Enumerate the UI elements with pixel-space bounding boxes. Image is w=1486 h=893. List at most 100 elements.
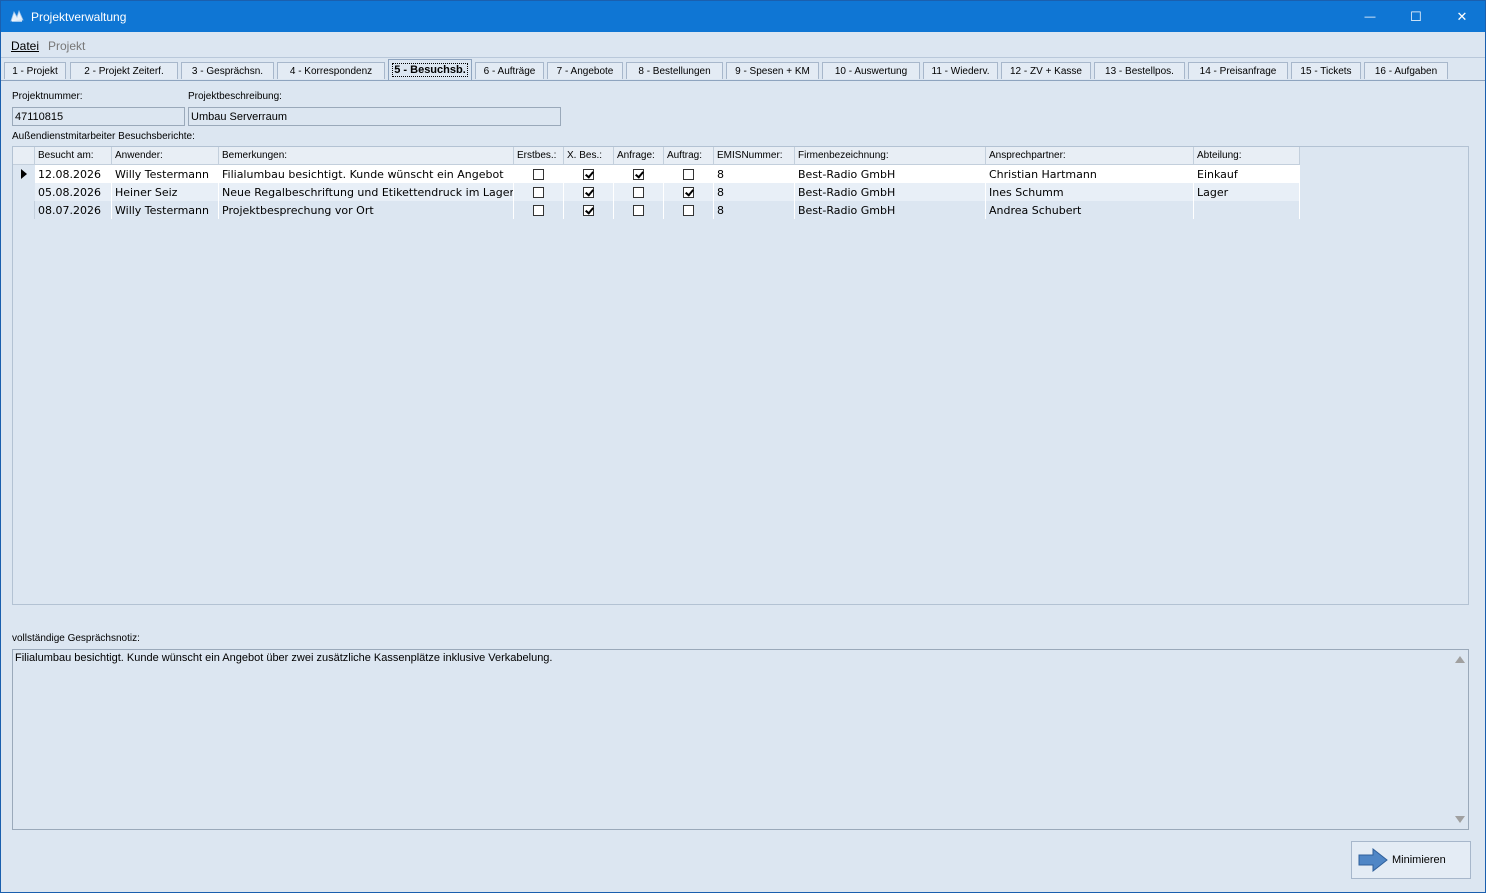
xbes-checkbox[interactable] <box>583 186 594 198</box>
col-header-bemerkungen[interactable]: Bemerkungen: <box>219 147 514 165</box>
close-window-button[interactable]: ✕ <box>1439 1 1485 32</box>
projektnummer-field[interactable]: 47110815 <box>12 107 185 126</box>
title-bar[interactable]: Projektverwaltung — ☐ ✕ <box>1 1 1485 32</box>
cell-xbes[interactable] <box>564 201 614 219</box>
scroll-up-icon[interactable] <box>1455 656 1465 663</box>
cell-firma[interactable]: Best-Radio GmbH <box>795 165 986 183</box>
cell-emis[interactable]: 8 <box>714 183 795 201</box>
table-row[interactable]: 12.08.2026 Willy Testermann Filialumbau … <box>13 165 1300 183</box>
cell-date[interactable]: 12.08.2026 <box>35 165 112 183</box>
cell-abteilung[interactable] <box>1194 201 1300 219</box>
xbes-checkbox[interactable] <box>583 168 594 180</box>
col-header-firmenbezeichnung[interactable]: Firmenbezeichnung: <box>795 147 986 165</box>
tab-bestellungen[interactable]: 8 - Bestellungen <box>626 62 723 79</box>
erstbes-checkbox[interactable] <box>533 168 544 180</box>
cell-erstbes[interactable] <box>514 201 564 219</box>
cell-ansprechpartner[interactable]: Andrea Schubert <box>986 201 1194 219</box>
tab-label: 14 - Preisanfrage <box>1199 65 1277 77</box>
tab-spesen-km[interactable]: 9 - Spesen + KM <box>726 62 819 79</box>
erstbes-checkbox[interactable] <box>533 204 544 216</box>
anfrage-checkbox[interactable] <box>633 186 644 198</box>
col-header-anfrage[interactable]: Anfrage: <box>614 147 664 165</box>
anfrage-checkbox[interactable] <box>633 168 644 180</box>
tab-zv-kasse[interactable]: 12 - ZV + Kasse <box>1001 62 1091 79</box>
cell-xbes[interactable] <box>564 165 614 183</box>
col-header-anwender[interactable]: Anwender: <box>112 147 219 165</box>
cell-auftrag[interactable] <box>664 165 714 183</box>
cell-date[interactable]: 05.08.2026 <box>35 183 112 201</box>
tab-gespraechsn[interactable]: 3 - Gesprächsn. <box>181 62 274 79</box>
projektbeschreibung-label: Projektbeschreibung: <box>188 91 282 102</box>
cell-user[interactable]: Willy Testermann <box>112 201 219 219</box>
minimize-button[interactable]: Minimieren <box>1351 841 1471 879</box>
cell-ansprechpartner[interactable]: Ines Schumm <box>986 183 1194 201</box>
col-header-abteilung[interactable]: Abteilung: <box>1194 147 1300 165</box>
cell-ansprechpartner[interactable]: Christian Hartmann <box>986 165 1194 183</box>
erstbes-checkbox[interactable] <box>533 186 544 198</box>
cell-remark[interactable]: Filialumbau besichtigt. Kunde wünscht ei… <box>219 165 514 183</box>
notes-text: Filialumbau besichtigt. Kunde wünscht ei… <box>15 652 553 664</box>
cell-anfrage[interactable] <box>614 201 664 219</box>
auftrag-checkbox[interactable] <box>683 186 694 198</box>
notes-scrollbar[interactable] <box>1451 650 1468 829</box>
tab-angebote[interactable]: 7 - Angebote <box>547 62 623 79</box>
table-row[interactable]: 08.07.2026 Willy Testermann Projektbespr… <box>13 201 1300 219</box>
notes-textarea[interactable]: Filialumbau besichtigt. Kunde wünscht ei… <box>12 649 1469 830</box>
cell-emis[interactable]: 8 <box>714 165 795 183</box>
cell-date[interactable]: 08.07.2026 <box>35 201 112 219</box>
cell-auftrag[interactable] <box>664 201 714 219</box>
tab-korrespondenz[interactable]: 4 - Korrespondenz <box>277 62 385 79</box>
col-header-besucht-am[interactable]: Besucht am: <box>35 147 112 165</box>
cell-anfrage[interactable] <box>614 165 664 183</box>
cell-user[interactable]: Heiner Seiz <box>112 183 219 201</box>
tab-besuchsb[interactable]: 5 - Besuchsb. <box>388 59 472 80</box>
maximize-window-button[interactable]: ☐ <box>1393 1 1439 32</box>
row-selector[interactable] <box>13 201 35 219</box>
auftrag-checkbox[interactable] <box>683 204 694 216</box>
projektnummer-label: Projektnummer: <box>12 91 83 102</box>
col-header-ansprechpartner[interactable]: Ansprechpartner: <box>986 147 1194 165</box>
tab-bestellpos[interactable]: 13 - Bestellpos. <box>1094 62 1185 79</box>
tab-wiederv[interactable]: 11 - Wiederv. <box>923 62 998 79</box>
row-selector[interactable] <box>13 183 35 201</box>
col-header-erstbes[interactable]: Erstbes.: <box>514 147 564 165</box>
cell-firma[interactable]: Best-Radio GmbH <box>795 183 986 201</box>
besuchsberichte-grid[interactable]: Besucht am: Anwender: Bemerkungen: Erstb… <box>12 146 1469 605</box>
app-logo-icon <box>10 9 24 22</box>
table-row[interactable]: 05.08.2026 Heiner Seiz Neue Regalbeschri… <box>13 183 1300 201</box>
tab-projekt[interactable]: 1 - Projekt <box>4 62 66 79</box>
tab-projekt-zeiterf[interactable]: 2 - Projekt Zeiterf. <box>70 62 178 79</box>
xbes-checkbox[interactable] <box>583 204 594 216</box>
col-header-emisnummer[interactable]: EMISNummer: <box>714 147 795 165</box>
tab-aufgaben[interactable]: 16 - Aufgaben <box>1364 62 1448 79</box>
anfrage-checkbox[interactable] <box>633 204 644 216</box>
close-icon: ✕ <box>1456 8 1468 24</box>
cell-emis[interactable]: 8 <box>714 201 795 219</box>
auftrag-checkbox[interactable] <box>683 168 694 180</box>
projektbeschreibung-field[interactable]: Umbau Serverraum <box>188 107 561 126</box>
col-header-x-bes[interactable]: X. Bes.: <box>564 147 614 165</box>
tab-auswertung[interactable]: 10 - Auswertung <box>822 62 920 79</box>
tab-tickets[interactable]: 15 - Tickets <box>1291 62 1361 79</box>
cell-remark[interactable]: Neue Regalbeschriftung und Etikettendruc… <box>219 183 514 201</box>
cell-user[interactable]: Willy Testermann <box>112 165 219 183</box>
cell-anfrage[interactable] <box>614 183 664 201</box>
cell-remark[interactable]: Projektbesprechung vor Ort <box>219 201 514 219</box>
tab-auftraege[interactable]: 6 - Aufträge <box>475 62 544 79</box>
cell-xbes[interactable] <box>564 183 614 201</box>
menu-datei[interactable]: Datei <box>11 39 39 53</box>
cell-auftrag[interactable] <box>664 183 714 201</box>
minimize-window-button[interactable]: — <box>1347 1 1393 32</box>
cell-abteilung[interactable]: Einkauf <box>1194 165 1300 183</box>
cell-abteilung[interactable]: Lager <box>1194 183 1300 201</box>
col-header-auftrag[interactable]: Auftrag: <box>664 147 714 165</box>
cell-erstbes[interactable] <box>514 183 564 201</box>
minimize-icon: — <box>1364 10 1376 23</box>
cell-firma[interactable]: Best-Radio GmbH <box>795 201 986 219</box>
tab-preisanfrage[interactable]: 14 - Preisanfrage <box>1188 62 1288 79</box>
cell-erstbes[interactable] <box>514 165 564 183</box>
menu-projekt[interactable]: Projekt <box>48 39 85 53</box>
row-selector[interactable] <box>13 165 35 183</box>
maximize-icon: ☐ <box>1410 8 1422 24</box>
scroll-down-icon[interactable] <box>1455 816 1465 823</box>
